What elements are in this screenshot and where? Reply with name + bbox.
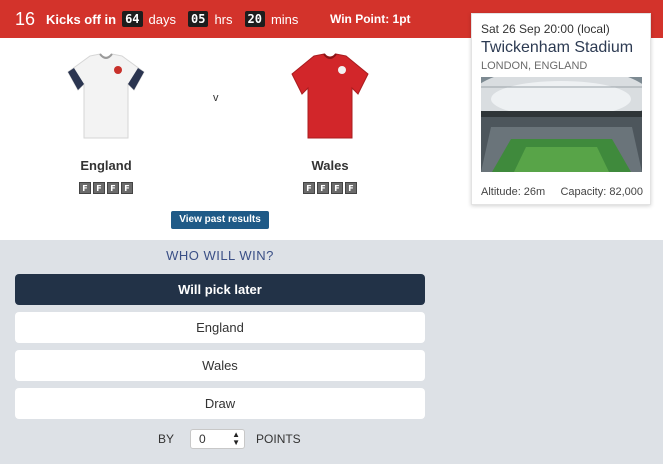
white-jersey-icon: [67, 53, 145, 139]
home-team-name: England: [80, 158, 132, 173]
kickoff-label: Kicks off in: [46, 11, 117, 27]
form-badge: F: [303, 182, 315, 194]
stepper-arrows-icon: ▲ ▼: [232, 430, 241, 447]
by-label: BY: [158, 432, 175, 446]
win-point: Win Point: 1pt: [330, 12, 411, 26]
kickoff-countdown: Kicks off in 64 days 05 hrs 20 mins: [46, 11, 310, 27]
away-team: Wales F F F F: [260, 50, 400, 194]
home-team: England F F F F: [36, 50, 176, 194]
view-past-results-button[interactable]: View past results: [171, 211, 269, 229]
mins-label: mins: [270, 11, 299, 27]
form-badge: F: [79, 182, 91, 194]
option-wales[interactable]: Wales: [15, 350, 425, 381]
days-label: days: [148, 11, 176, 27]
venue-card: Sat 26 Sep 20:00 (local) Twickenham Stad…: [471, 13, 651, 205]
red-jersey-icon: [291, 53, 369, 139]
capacity: Capacity: 82,000: [560, 186, 643, 198]
hrs-label: hrs: [214, 11, 233, 27]
days-value: 64: [122, 11, 143, 27]
stadium-photo: [481, 77, 642, 172]
form-badge: F: [107, 182, 119, 194]
venue-stats: Altitude: 26m Capacity: 82,000: [481, 186, 643, 198]
altitude: Altitude: 26m: [481, 186, 546, 198]
prediction-panel: WHO WILL WIN? Will pick later England Wa…: [0, 240, 663, 464]
away-team-name: Wales: [311, 158, 349, 173]
points-value: 0: [199, 432, 206, 446]
form-badge: F: [331, 182, 343, 194]
points-label: POINTS: [256, 432, 301, 446]
form-badge: F: [345, 182, 357, 194]
mins-value: 20: [244, 11, 265, 27]
versus-label: v: [213, 92, 219, 104]
option-england[interactable]: England: [15, 312, 425, 343]
stadium-city: LONDON, ENGLAND: [481, 60, 588, 72]
option-will-pick-later[interactable]: Will pick later: [15, 274, 425, 305]
match-datetime: Sat 26 Sep 20:00 (local): [481, 22, 610, 36]
form-badge: F: [121, 182, 133, 194]
hrs-value: 05: [188, 11, 209, 27]
margin-row: BY 0 ▲ ▼ POINTS: [158, 429, 301, 449]
points-select[interactable]: 0 ▲ ▼: [190, 429, 246, 449]
prediction-question: WHO WILL WIN?: [166, 248, 274, 263]
form-badge: F: [317, 182, 329, 194]
away-form: F F F F: [260, 182, 400, 194]
home-form: F F F F: [36, 182, 176, 194]
form-badge: F: [93, 182, 105, 194]
stadium-name: Twickenham Stadium: [481, 39, 634, 56]
match-number: 16: [15, 9, 36, 29]
option-draw[interactable]: Draw: [15, 388, 425, 419]
